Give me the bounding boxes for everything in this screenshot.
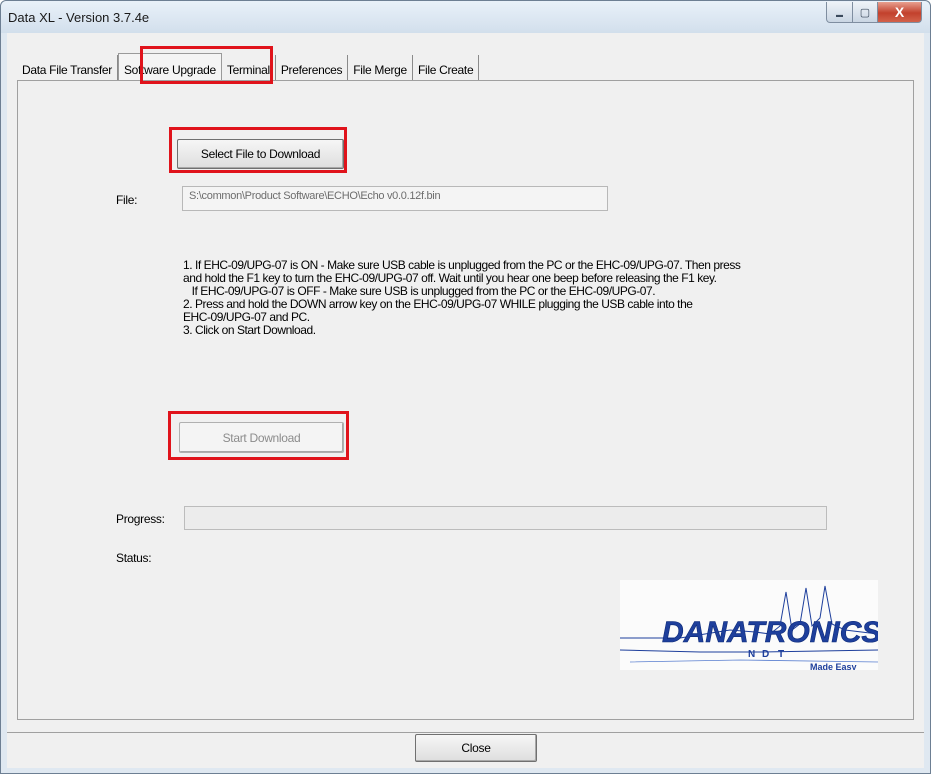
close-window-button[interactable]: X [878, 2, 922, 23]
status-label: Status: [116, 551, 152, 565]
logo-brand: DANATRONICS [662, 616, 878, 649]
minimize-icon: ▬ [836, 11, 843, 19]
logo-letter: T [778, 649, 784, 660]
logo-letter: D [762, 649, 769, 660]
instructions-text: 1. If EHC-09/UPG-07 is ON - Make sure US… [183, 259, 883, 337]
client-area: Data File Transfer Software Upgrade Term… [7, 33, 924, 768]
danatronics-logo: DANATRONICS N D T Made Easy [619, 580, 882, 672]
maximize-button[interactable]: ▢ [853, 2, 878, 23]
software-upgrade-panel: Select File to Download File: S:\common\… [17, 80, 914, 720]
window-controls: ▬ ▢ X [826, 2, 922, 23]
file-path-field[interactable]: S:\common\Product Software\ECHO\Echo v0.… [182, 186, 608, 211]
progress-bar [184, 506, 827, 530]
logo-letter: N [748, 649, 755, 660]
title-bar[interactable]: Data XL - Version 3.7.4e ▬ ▢ X [1, 1, 930, 33]
instruction-line: 3. Click on Start Download. [183, 323, 316, 337]
footer-divider [7, 732, 924, 733]
progress-label: Progress: [116, 512, 165, 526]
logo-tagline: Made Easy [810, 662, 857, 670]
tab-preferences[interactable]: Preferences [276, 55, 349, 81]
tab-data-file-transfer[interactable]: Data File Transfer [17, 55, 118, 81]
tab-file-create[interactable]: File Create [413, 55, 480, 81]
close-button[interactable]: Close [415, 734, 537, 762]
highlight-box [140, 46, 273, 84]
close-icon: X [894, 4, 905, 20]
tab-file-merge[interactable]: File Merge [348, 55, 413, 81]
maximize-icon: ▢ [859, 6, 871, 19]
logo-graphic: DANATRONICS N D T Made Easy [619, 585, 882, 672]
app-window: Data XL - Version 3.7.4e ▬ ▢ X Data File… [0, 0, 931, 774]
highlight-box [168, 411, 349, 460]
minimize-button[interactable]: ▬ [826, 2, 853, 23]
file-label: File: [116, 193, 138, 207]
window-title: Data XL - Version 3.7.4e [8, 10, 150, 25]
highlight-box [169, 127, 347, 173]
